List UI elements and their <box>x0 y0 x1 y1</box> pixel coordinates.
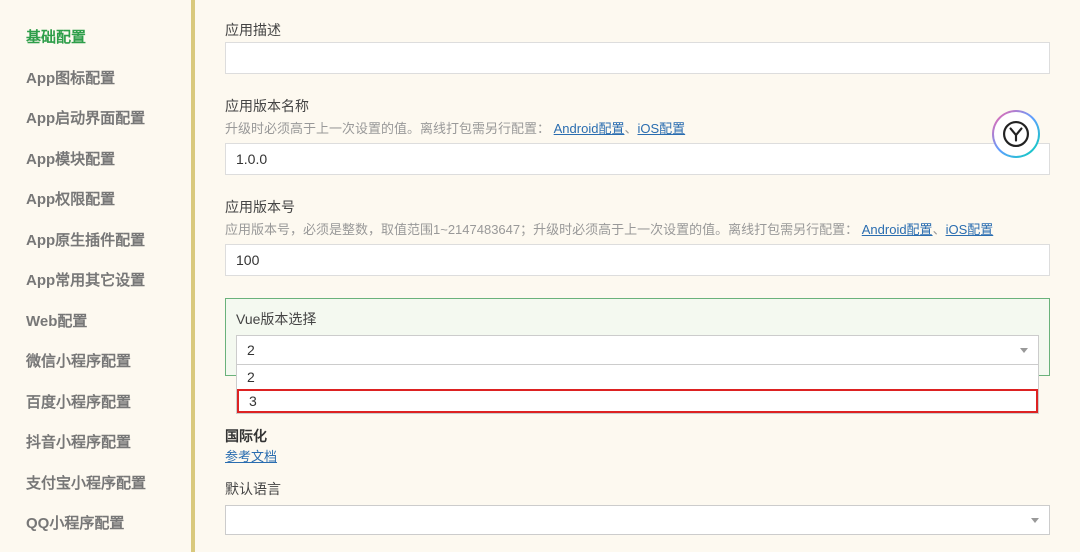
link-separator-2: 、 <box>933 222 946 237</box>
sidebar-item-qq-mp[interactable]: QQ小程序配置 <box>0 504 191 545</box>
sidebar-item-web[interactable]: Web配置 <box>0 302 191 343</box>
link-separator: 、 <box>624 121 637 136</box>
vue-version-section: Vue版本选择 2 2 3 <box>225 298 1050 376</box>
version-name-hint-text: 升级时必须高于上一次设置的值。离线打包需另行配置： <box>225 121 550 136</box>
version-name-input[interactable] <box>225 143 1050 175</box>
sidebar-item-basic[interactable]: 基础配置 <box>0 18 191 59</box>
vue-option-2[interactable]: 2 <box>237 365 1038 389</box>
version-code-label: 应用版本号 <box>225 197 1050 217</box>
android-config-link[interactable]: Android配置 <box>554 121 625 136</box>
vue-version-select[interactable]: 2 2 3 <box>236 335 1039 365</box>
sidebar-item-app-module[interactable]: App模块配置 <box>0 140 191 181</box>
i18n-doc-link[interactable]: 参考文档 <box>225 449 277 464</box>
sidebar-item-app-native-plugin[interactable]: App原生插件配置 <box>0 221 191 262</box>
ios-config-link[interactable]: iOS配置 <box>637 121 685 136</box>
brand-logo <box>992 110 1040 158</box>
sidebar-item-app-splash[interactable]: App启动界面配置 <box>0 99 191 140</box>
main-content: 应用描述 应用版本名称 升级时必须高于上一次设置的值。离线打包需另行配置： An… <box>195 0 1080 552</box>
version-code-hint: 应用版本号，必须是整数，取值范围1~2147483647；升级时必须高于上一次设… <box>225 219 1050 238</box>
app-desc-input[interactable] <box>225 42 1050 74</box>
vue-select-display[interactable]: 2 <box>236 335 1039 365</box>
sidebar-item-app-other[interactable]: App常用其它设置 <box>0 261 191 302</box>
version-name-hint: 升级时必须高于上一次设置的值。离线打包需另行配置： Android配置、iOS配… <box>225 118 1050 137</box>
sidebar-item-alipay-mp[interactable]: 支付宝小程序配置 <box>0 464 191 505</box>
version-name-label: 应用版本名称 <box>225 96 1050 116</box>
field-version-code: 应用版本号 应用版本号，必须是整数，取值范围1~2147483647；升级时必须… <box>225 197 1050 276</box>
default-lang-label: 默认语言 <box>225 479 1050 499</box>
sidebar-item-wechat-mp[interactable]: 微信小程序配置 <box>0 342 191 383</box>
vue-version-label: Vue版本选择 <box>236 309 1039 329</box>
default-lang-display[interactable] <box>225 505 1050 535</box>
field-app-desc: 应用描述 <box>225 20 1050 74</box>
i18n-label: 国际化 <box>225 426 1050 446</box>
default-lang-select[interactable] <box>225 505 1050 535</box>
app-desc-label: 应用描述 <box>225 20 1050 40</box>
vue-dropdown: 2 3 <box>236 365 1039 414</box>
sidebar: 基础配置 App图标配置 App启动界面配置 App模块配置 App权限配置 A… <box>0 0 195 552</box>
default-lang-field: 默认语言 <box>225 479 1050 535</box>
sidebar-item-baidu-mp[interactable]: 百度小程序配置 <box>0 383 191 424</box>
vue-option-3[interactable]: 3 <box>237 389 1038 413</box>
i18n-section: 国际化 参考文档 默认语言 <box>225 426 1050 535</box>
version-code-hint-text: 应用版本号，必须是整数，取值范围1~2147483647；升级时必须高于上一次设… <box>225 222 858 237</box>
ios-config-link-2[interactable]: iOS配置 <box>946 222 994 237</box>
sidebar-item-douyin-mp[interactable]: 抖音小程序配置 <box>0 423 191 464</box>
vue-selected-value: 2 <box>247 342 255 358</box>
chevron-down-icon-2 <box>1031 518 1039 523</box>
chevron-down-icon <box>1020 348 1028 353</box>
android-config-link-2[interactable]: Android配置 <box>862 222 933 237</box>
sidebar-item-app-permission[interactable]: App权限配置 <box>0 180 191 221</box>
sidebar-item-app-icon[interactable]: App图标配置 <box>0 59 191 100</box>
field-version-name: 应用版本名称 升级时必须高于上一次设置的值。离线打包需另行配置： Android… <box>225 96 1050 175</box>
logo-y-icon <box>1003 121 1029 147</box>
version-code-input[interactable] <box>225 244 1050 276</box>
